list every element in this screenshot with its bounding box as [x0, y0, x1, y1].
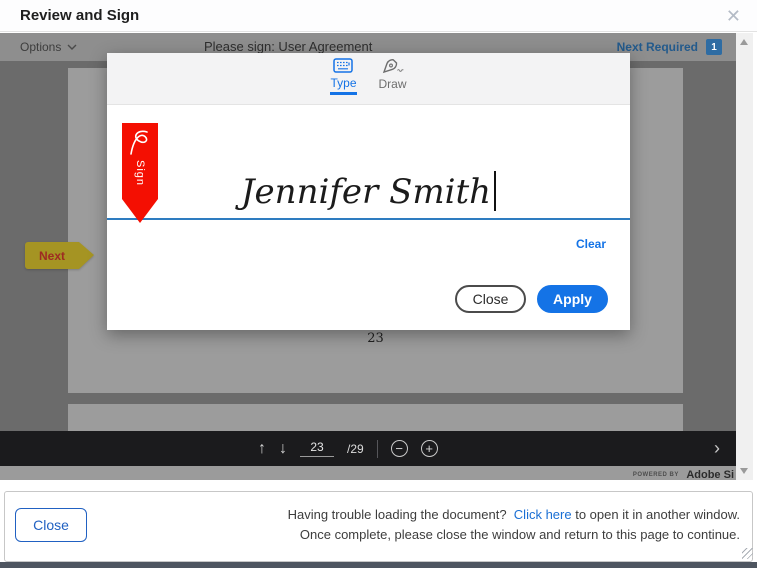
clear-link[interactable]: Clear	[576, 237, 606, 251]
zoom-in-button[interactable]: +	[421, 440, 438, 457]
zoom-out-button[interactable]: −	[391, 440, 408, 457]
footer-panel: Close Having trouble loading the documen…	[4, 491, 753, 562]
more-tools-chevron-icon[interactable]: ›	[714, 438, 720, 458]
click-here-link[interactable]: Click here	[514, 507, 572, 522]
text-cursor	[494, 171, 496, 211]
adobe-sign-ribbon: Sign	[122, 123, 158, 223]
window-close-icon[interactable]: ✕	[726, 5, 741, 27]
scrollbar-up-arrow-icon[interactable]	[740, 39, 748, 45]
next-required-label: Next Required	[617, 40, 698, 54]
next-required-button[interactable]: Next Required 1	[617, 33, 722, 61]
options-menu[interactable]: Options	[20, 33, 77, 61]
footer-line2: Once complete, please close the window a…	[300, 527, 740, 542]
tab-draw-label: Draw	[379, 77, 407, 96]
keyboard-icon	[333, 58, 353, 73]
tab-type[interactable]: Type	[330, 58, 356, 104]
footer-help-text: Having trouble loading the document? Cli…	[288, 505, 740, 545]
ribbon-body: Sign	[122, 123, 158, 199]
signature-dialog: Type Draw Sign Jennifer Smith Clear Clos…	[107, 53, 630, 330]
resize-handle-icon[interactable]	[742, 548, 753, 559]
window-titlebar: Review and Sign ✕	[0, 0, 757, 32]
previous-page-button[interactable]: ↑	[258, 441, 266, 457]
pen-icon	[382, 58, 404, 74]
ribbon-point	[122, 199, 158, 223]
page-total-label: /29	[347, 442, 364, 456]
page-navigation: ↑ ↓ /29 − +	[258, 431, 438, 466]
powered-by-label: POWERED BY	[633, 472, 679, 478]
signature-tabs: Type Draw	[107, 53, 630, 105]
scrollbar-down-arrow-icon[interactable]	[740, 468, 748, 474]
next-required-count-badge: 1	[706, 39, 722, 55]
review-and-sign-window: Review and Sign ✕ Options Please sign: U…	[0, 0, 757, 568]
signature-baseline	[107, 218, 630, 220]
options-label: Options	[20, 40, 61, 54]
page-number-label: 23	[68, 331, 683, 346]
powered-by-strip: POWERED BY Adobe Si	[0, 466, 736, 480]
adobe-brand-label: Adobe Si	[686, 469, 734, 480]
signature-input[interactable]: Jennifer Smith	[107, 171, 630, 212]
next-page-button[interactable]: ↓	[279, 441, 287, 457]
chevron-down-icon	[67, 44, 77, 50]
signature-text: Jennifer Smith	[241, 172, 491, 212]
window-title: Review and Sign	[20, 7, 139, 24]
next-field-tag[interactable]: Next	[25, 242, 94, 269]
vertical-scrollbar[interactable]	[736, 33, 753, 480]
signature-dialog-actions: Close Apply	[455, 285, 608, 313]
footer-question: Having trouble loading the document?	[288, 507, 507, 522]
toolbar-divider	[377, 440, 378, 458]
adobe-logo-icon	[127, 128, 153, 158]
next-tag-label: Next	[25, 242, 79, 269]
footer-after-link: to open it in another window.	[575, 507, 740, 522]
ribbon-sign-label: Sign	[134, 160, 146, 186]
tab-draw[interactable]: Draw	[379, 58, 407, 104]
apply-button[interactable]: Apply	[537, 285, 608, 313]
page-number-input[interactable]	[300, 440, 334, 457]
window-bottom-edge	[0, 562, 757, 568]
dialog-close-button[interactable]: Close	[455, 285, 526, 313]
footer-close-button[interactable]: Close	[15, 508, 87, 542]
next-tag-arrow-icon	[79, 242, 94, 269]
tab-type-label: Type	[330, 76, 356, 95]
pdf-controls-toolbar: ↑ ↓ /29 − + ›	[0, 431, 736, 466]
